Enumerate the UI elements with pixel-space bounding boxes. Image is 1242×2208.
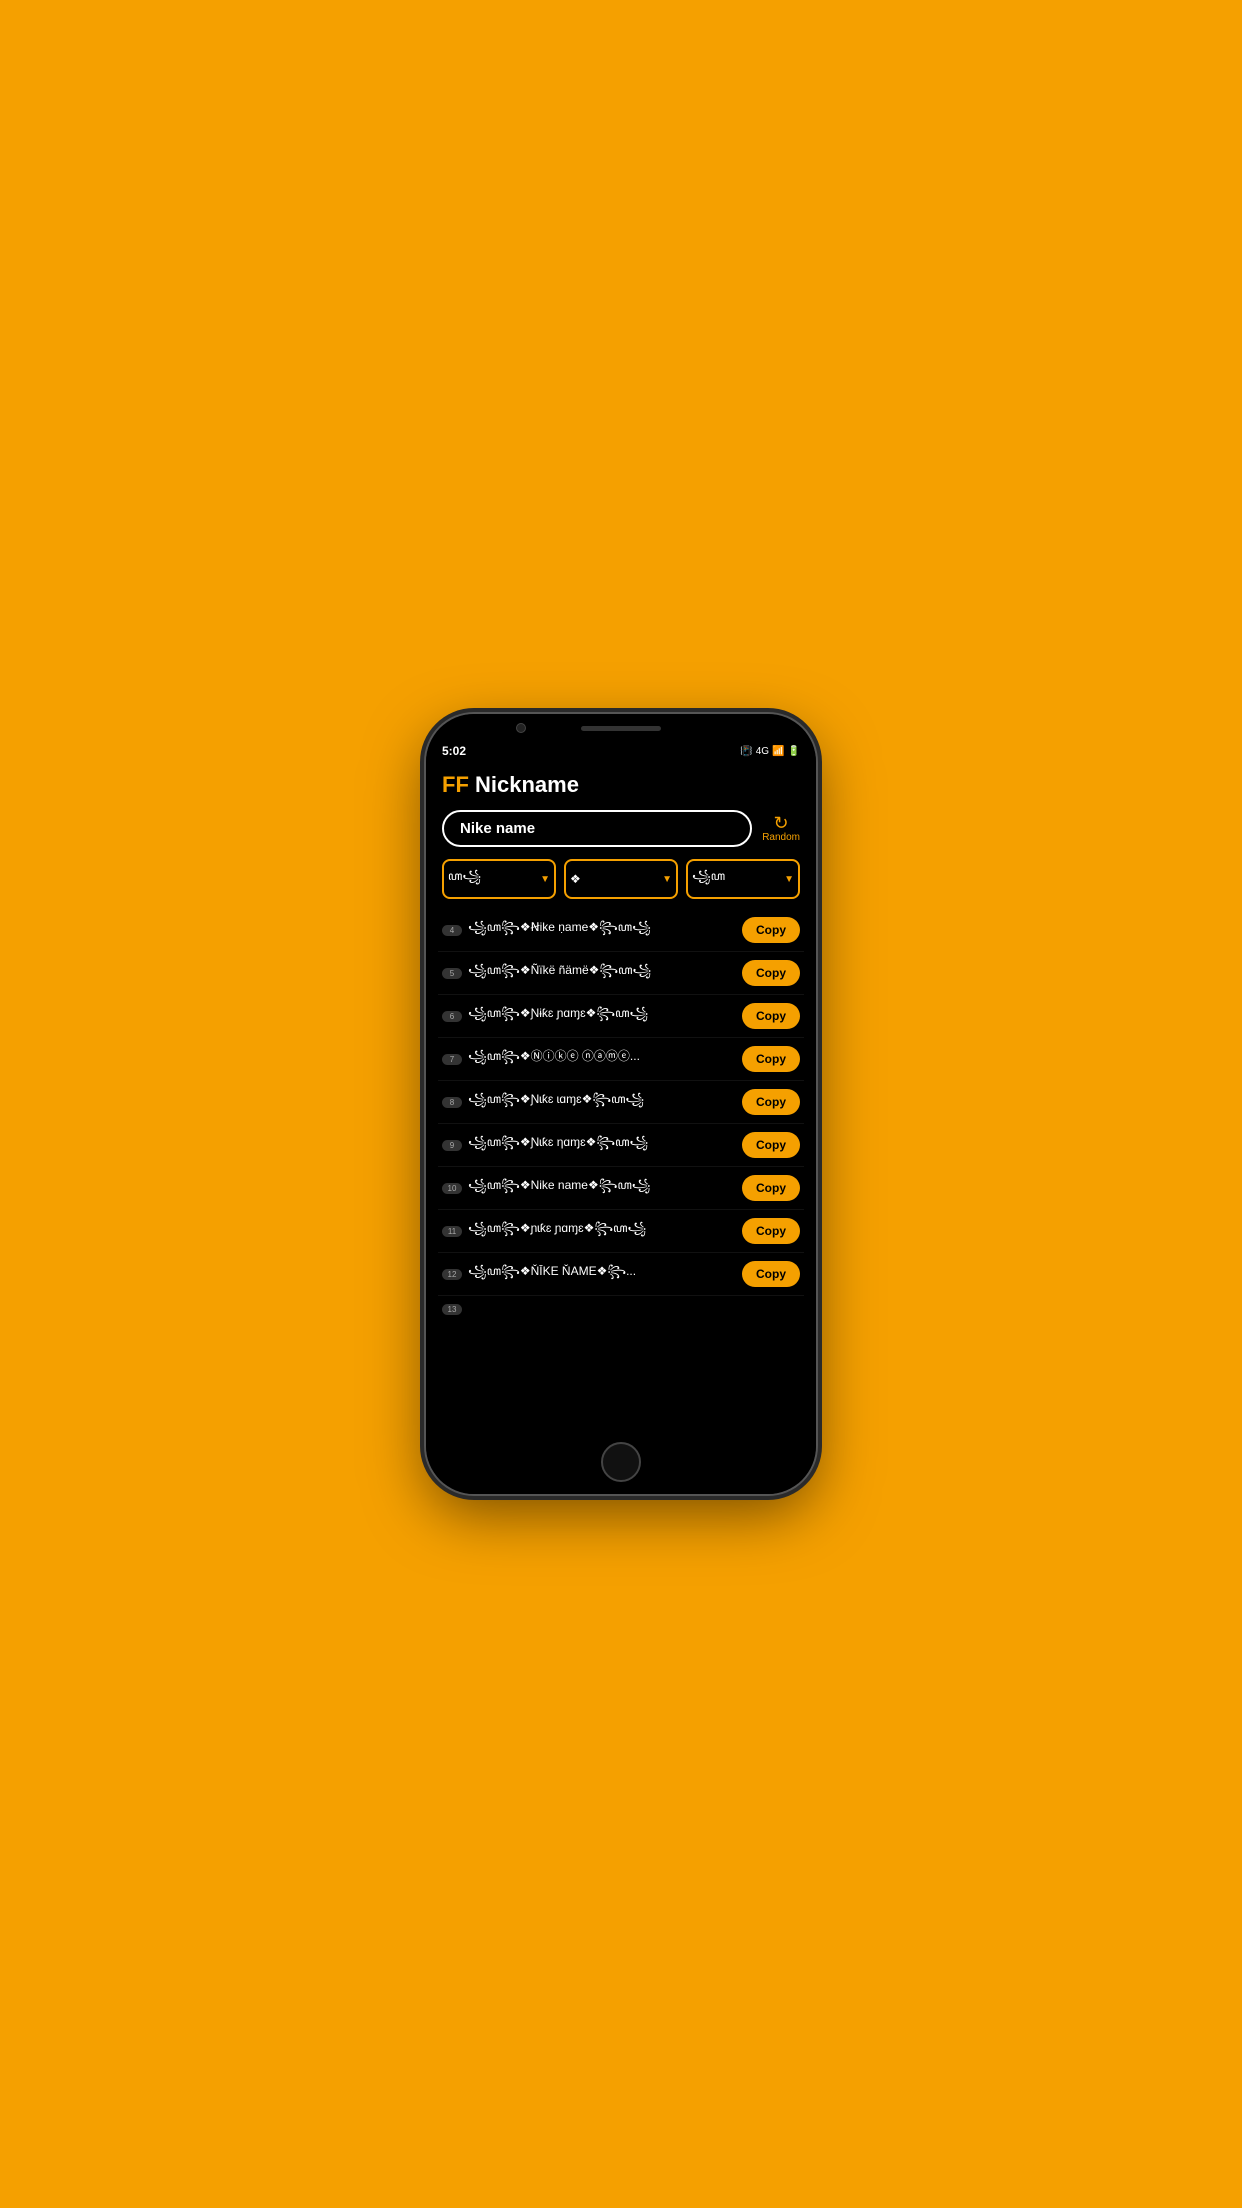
search-value: Nike name: [460, 820, 734, 837]
app-title: FF Nickname: [442, 772, 800, 798]
random-label: Random: [762, 832, 800, 843]
signal-text: 4G: [756, 746, 769, 757]
filter-button-3[interactable]: ꧁ꦲ ▼: [686, 859, 800, 899]
random-button[interactable]: ↻ Random: [762, 814, 800, 843]
copy-button[interactable]: Copy: [742, 1046, 800, 1072]
item-text: ꧁ꦲ꧂❖Ɲɩƙɛ ɩɑɱɛ❖꧂ꦲ꧁: [468, 1090, 736, 1114]
filter-row: ꦲ꧁ ▼ ❖ ▼ ꧁ꦲ ▼: [426, 853, 816, 905]
item-number: 5: [442, 968, 462, 979]
nickname-item: 12 ꧁ꦲ꧂❖ŇĪKE ŇAME❖꧂...Copy: [438, 1253, 804, 1296]
partial-item: 13: [438, 1296, 804, 1323]
filter-button-1[interactable]: ꦲ꧁ ▼: [442, 859, 556, 899]
home-button[interactable]: [601, 1442, 641, 1482]
phone-bottom-bar: [426, 1434, 816, 1494]
search-row: Nike name ↻ Random: [426, 804, 816, 853]
phone-device: 5:02 📳 4G 📶 🔋 FF Nickname Nike name ↻ Ra…: [426, 714, 816, 1494]
copy-button[interactable]: Copy: [742, 917, 800, 943]
random-icon: ↻: [774, 814, 789, 832]
phone-camera: [516, 723, 526, 733]
nickname-item: 10 ꧁ꦲ꧂❖Nike name❖꧂ꦲ꧁Copy: [438, 1167, 804, 1210]
nickname-item: 11 ꧁ꦲ꧂❖ɲɩƙɛ ɲɑɱɛ❖꧂ꦲ꧁Copy: [438, 1210, 804, 1253]
copy-button[interactable]: Copy: [742, 960, 800, 986]
app-header: FF Nickname: [426, 762, 816, 804]
phone-speaker: [581, 726, 661, 731]
battery-icon: 🔋: [788, 746, 800, 757]
nickname-item: 4 ꧁ꦲ꧂❖Ꞥike ṇame❖꧂ꦲ꧁Copy: [438, 909, 804, 952]
partial-item-number: 13: [442, 1304, 462, 1315]
copy-button[interactable]: Copy: [742, 1089, 800, 1115]
status-bar: 5:02 📳 4G 📶 🔋: [426, 742, 816, 762]
filter-symbol-1: ꦲ꧁: [448, 867, 481, 891]
item-number: 12: [442, 1269, 462, 1280]
item-number: 7: [442, 1054, 462, 1065]
nickname-item: 8 ꧁ꦲ꧂❖Ɲɩƙɛ ɩɑɱɛ❖꧂ꦲ꧁Copy: [438, 1081, 804, 1124]
item-text: ꧁ꦲ꧂❖Ñïkë ñämë❖꧂ꦲ꧁: [468, 961, 736, 985]
filter-symbol-2: ❖: [570, 872, 581, 886]
filter-symbol-3: ꧁ꦲ: [692, 867, 725, 891]
nickname-list: 4꧁ꦲ꧂❖Ꞥike ṇame❖꧂ꦲ꧁Copy5꧁ꦲ꧂❖Ñïkë ñämë❖꧂ꦲ꧁…: [426, 905, 816, 1434]
copy-button[interactable]: Copy: [742, 1261, 800, 1287]
copy-button[interactable]: Copy: [742, 1175, 800, 1201]
item-text: ꧁ꦲ꧂❖Nike name❖꧂ꦲ꧁: [468, 1176, 736, 1200]
item-number: 9: [442, 1140, 462, 1151]
item-text: ꧁ꦲ꧂❖Ɲɨƙɛ ɲɑɱɛ❖꧂ꦲ꧁: [468, 1004, 736, 1028]
item-text: ꧁ꦲ꧂❖ŇĪKE ŇAME❖꧂...: [468, 1262, 736, 1286]
vibrate-icon: 📳: [740, 746, 752, 757]
status-time: 5:02: [442, 744, 466, 758]
item-text: ꧁ꦲ꧂❖ɲɩƙɛ ɲɑɱɛ❖꧂ꦲ꧁: [468, 1219, 736, 1243]
item-text: ꧁ꦲ꧂❖Ꞥike ṇame❖꧂ꦲ꧁: [468, 918, 736, 942]
nickname-item: 7 ꧁ꦲ꧂❖Ⓝⓘⓚⓔ ⓝⓐⓜⓔ...Copy: [438, 1038, 804, 1081]
item-text: ꧁ꦲ꧂❖Ɲɩƙɛ ηɑɱɛ❖꧂ꦲ꧁: [468, 1133, 736, 1157]
status-icons: 📳 4G 📶 🔋: [740, 746, 800, 757]
nickname-label: Nickname: [469, 772, 579, 797]
phone-notch: [426, 714, 816, 742]
nickname-item: 9 ꧁ꦲ꧂❖Ɲɩƙɛ ηɑɱɛ❖꧂ꦲ꧁Copy: [438, 1124, 804, 1167]
chevron-down-icon-2: ▼: [662, 874, 672, 885]
copy-button[interactable]: Copy: [742, 1218, 800, 1244]
chevron-down-icon-3: ▼: [784, 874, 794, 885]
item-number: 8: [442, 1097, 462, 1108]
search-container[interactable]: Nike name: [442, 810, 752, 847]
copy-button[interactable]: Copy: [742, 1132, 800, 1158]
item-number: 4: [442, 925, 462, 936]
item-number: 11: [442, 1226, 462, 1237]
wifi-icon: 📶: [772, 746, 784, 757]
ff-label: FF: [442, 772, 469, 797]
nickname-item: 5 ꧁ꦲ꧂❖Ñïkë ñämë❖꧂ꦲ꧁Copy: [438, 952, 804, 995]
item-text: ꧁ꦲ꧂❖Ⓝⓘⓚⓔ ⓝⓐⓜⓔ...: [468, 1047, 736, 1071]
copy-button[interactable]: Copy: [742, 1003, 800, 1029]
chevron-down-icon-1: ▼: [540, 874, 550, 885]
app-screen: FF Nickname Nike name ↻ Random ꦲ꧁ ▼ ❖ ▼: [426, 762, 816, 1434]
filter-button-2[interactable]: ❖ ▼: [564, 859, 678, 899]
item-number: 10: [442, 1183, 462, 1194]
item-number: 6: [442, 1011, 462, 1022]
nickname-item: 6 ꧁ꦲ꧂❖Ɲɨƙɛ ɲɑɱɛ❖꧂ꦲ꧁Copy: [438, 995, 804, 1038]
